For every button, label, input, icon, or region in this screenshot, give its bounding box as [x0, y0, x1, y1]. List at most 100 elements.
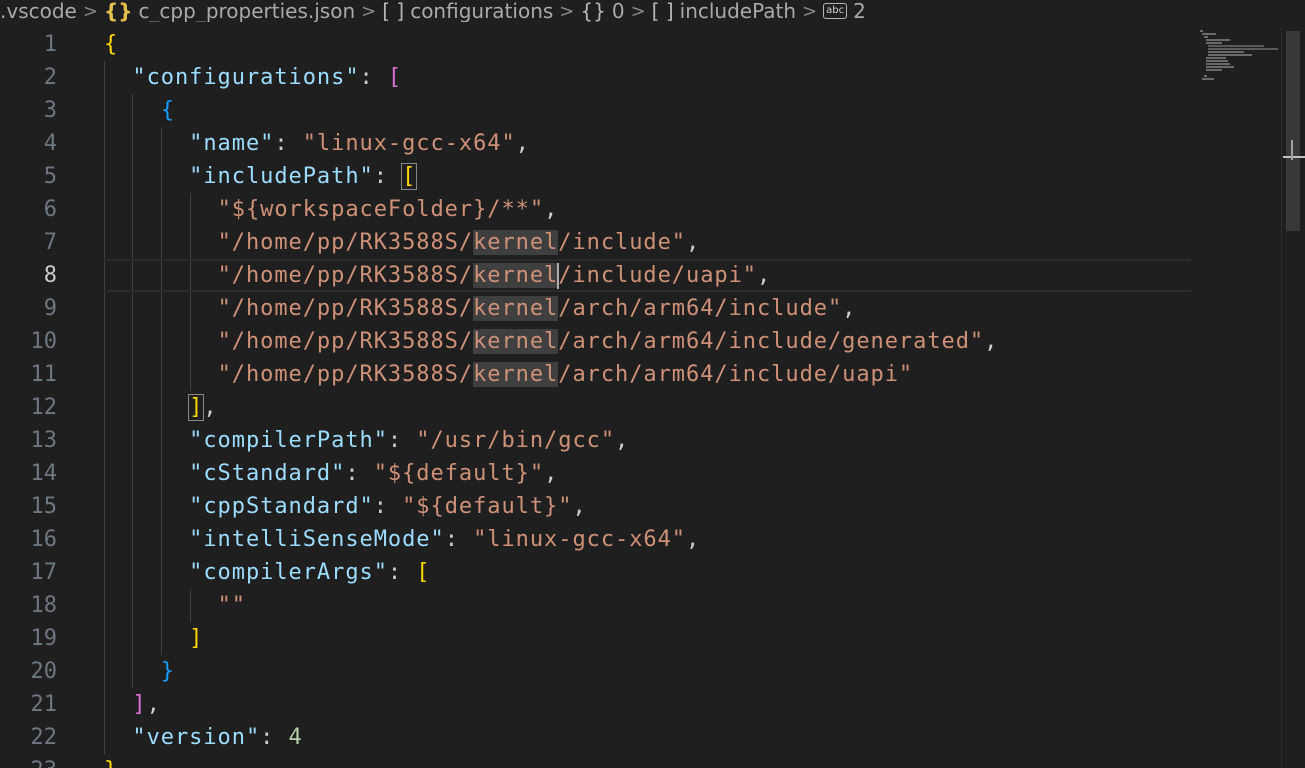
breadcrumb-label: c_cpp_properties.json: [138, 0, 356, 22]
scrollbar-cursor-marker: [1283, 156, 1305, 158]
code-line[interactable]: 18 "": [0, 589, 1195, 622]
line-number: 3: [43, 98, 57, 123]
line-content: "": [217, 593, 246, 618]
line-content: "/home/pp/RK3588S/kernel/include",: [217, 230, 701, 255]
code-line[interactable]: 5 "includePath": [: [0, 160, 1195, 193]
line-content: "compilerArgs": [: [189, 560, 431, 585]
array-icon: [ ]: [651, 0, 674, 22]
scrollbar-marker: [1291, 140, 1293, 160]
code-line[interactable]: 7 "/home/pp/RK3588S/kernel/include",: [0, 226, 1195, 259]
line-number: 18: [30, 593, 58, 618]
breadcrumb-folder[interactable]: .vscode: [0, 0, 77, 22]
matched-bracket: [: [401, 163, 418, 190]
code-line[interactable]: 22 "version": 4: [0, 721, 1195, 754]
selection-highlight: kernel: [473, 362, 559, 387]
code-line[interactable]: 14 "cStandard": "${default}",: [0, 457, 1195, 490]
line-number: 10: [30, 329, 58, 354]
code-line[interactable]: 15 "cppStandard": "${default}",: [0, 490, 1195, 523]
line-content: "compilerPath": "/usr/bin/gcc",: [189, 428, 630, 453]
object-icon: {}: [580, 0, 606, 22]
code-line-current[interactable]: 8 "/home/pp/RK3588S/kernel/include/uapi"…: [0, 259, 1195, 292]
code-line[interactable]: 17 "compilerArgs": [: [0, 556, 1195, 589]
line-content: "/home/pp/RK3588S/kernel/arch/arm64/incl…: [217, 329, 999, 354]
chevron-right-icon: >: [82, 0, 98, 22]
code-line[interactable]: 4 "name": "linux-gcc-x64",: [0, 127, 1195, 160]
line-content: "configurations": [: [132, 65, 403, 90]
line-number: 2: [43, 65, 57, 90]
line-content: "cStandard": "${default}",: [189, 461, 559, 486]
code-line[interactable]: 16 "intelliSenseMode": "linux-gcc-x64",: [0, 523, 1195, 556]
line-number: 13: [30, 428, 58, 453]
string-icon: abc: [823, 3, 848, 19]
code-editor[interactable]: 1 { 2 "configurations": [ 3 { 4 "name": …: [0, 28, 1195, 768]
code-line[interactable]: 20 }: [0, 655, 1195, 688]
line-number: 12: [30, 395, 58, 420]
line-number: 22: [30, 725, 58, 750]
code-line[interactable]: 1 {: [0, 28, 1195, 61]
code-line[interactable]: 3 {: [0, 94, 1195, 127]
code-line[interactable]: 10 "/home/pp/RK3588S/kernel/arch/arm64/i…: [0, 325, 1195, 358]
breadcrumb-label: includePath: [679, 0, 797, 22]
breadcrumb-label: 2: [853, 0, 866, 22]
json-file-icon: {}: [103, 0, 133, 22]
array-icon: [ ]: [382, 0, 405, 22]
code-line[interactable]: 13 "compilerPath": "/usr/bin/gcc",: [0, 424, 1195, 457]
line-content: "/home/pp/RK3588S/kernel/arch/arm64/incl…: [217, 362, 914, 387]
breadcrumb: .vscode > {} c_cpp_properties.json > [ ]…: [0, 0, 1305, 22]
line-content: "name": "linux-gcc-x64",: [189, 131, 530, 156]
line-number: 4: [43, 131, 57, 156]
matched-bracket: ]: [188, 394, 205, 421]
line-number: 7: [43, 230, 57, 255]
code-line[interactable]: 12 ],: [0, 391, 1195, 424]
line-content: }: [160, 659, 175, 684]
line-content: "includePath": [: [189, 163, 418, 190]
code-line[interactable]: 19 ]: [0, 622, 1195, 655]
vertical-scrollbar[interactable]: [1281, 28, 1305, 768]
code-line[interactable]: 21 ],: [0, 688, 1195, 721]
line-number: 11: [30, 362, 58, 387]
line-number: 9: [43, 296, 57, 321]
code-line[interactable]: 2 "configurations": [: [0, 61, 1195, 94]
line-number: 5: [43, 164, 57, 189]
scrollbar-thumb[interactable]: [1286, 31, 1300, 231]
line-content: "/home/pp/RK3588S/kernel/include/uapi",: [217, 262, 772, 289]
breadcrumb-label: configurations: [410, 0, 554, 22]
line-number: 6: [43, 197, 57, 222]
code-line[interactable]: 23 }: [0, 754, 1195, 768]
line-content: {: [104, 32, 119, 57]
breadcrumb-symbol-configurations[interactable]: [ ] configurations: [382, 0, 553, 22]
line-number: 16: [30, 527, 58, 552]
code-line[interactable]: 11 "/home/pp/RK3588S/kernel/arch/arm64/i…: [0, 358, 1195, 391]
line-content: ],: [188, 394, 218, 421]
line-number: 1: [43, 32, 57, 57]
selection-highlight: kernel: [473, 296, 559, 321]
code-line[interactable]: 6 "${workspaceFolder}/**",: [0, 193, 1195, 226]
line-number: 8: [43, 263, 57, 288]
minimap[interactable]: [1198, 28, 1280, 88]
line-number: 14: [30, 461, 58, 486]
selection-highlight: kernel: [473, 329, 559, 354]
line-number: 19: [30, 626, 58, 651]
line-number: 21: [30, 692, 58, 717]
chevron-right-icon: >: [802, 0, 818, 22]
code-line[interactable]: 9 "/home/pp/RK3588S/kernel/arch/arm64/in…: [0, 292, 1195, 325]
line-content: "intelliSenseMode": "linux-gcc-x64",: [189, 527, 701, 552]
line-content: "${workspaceFolder}/**",: [217, 197, 559, 222]
breadcrumb-label: 0: [611, 0, 625, 22]
breadcrumb-symbol-0[interactable]: {} 0: [580, 0, 624, 22]
chevron-right-icon: >: [559, 0, 575, 22]
line-content: ]: [189, 626, 204, 651]
line-content: "cppStandard": "${default}",: [189, 494, 587, 519]
breadcrumb-label: .vscode: [0, 0, 77, 22]
selection-highlight: kernel: [473, 230, 559, 255]
chevron-right-icon: >: [630, 0, 646, 22]
breadcrumb-symbol-2[interactable]: abc 2: [823, 0, 866, 22]
line-number: 15: [30, 494, 58, 519]
line-content: {: [160, 98, 175, 123]
breadcrumb-file[interactable]: {} c_cpp_properties.json: [104, 0, 355, 22]
line-content: "version": 4: [132, 725, 303, 750]
chevron-right-icon: >: [361, 0, 377, 22]
breadcrumb-symbol-includepath[interactable]: [ ] includePath: [652, 0, 796, 22]
line-number: 23: [0, 758, 58, 768]
line-content: ],: [132, 692, 161, 717]
